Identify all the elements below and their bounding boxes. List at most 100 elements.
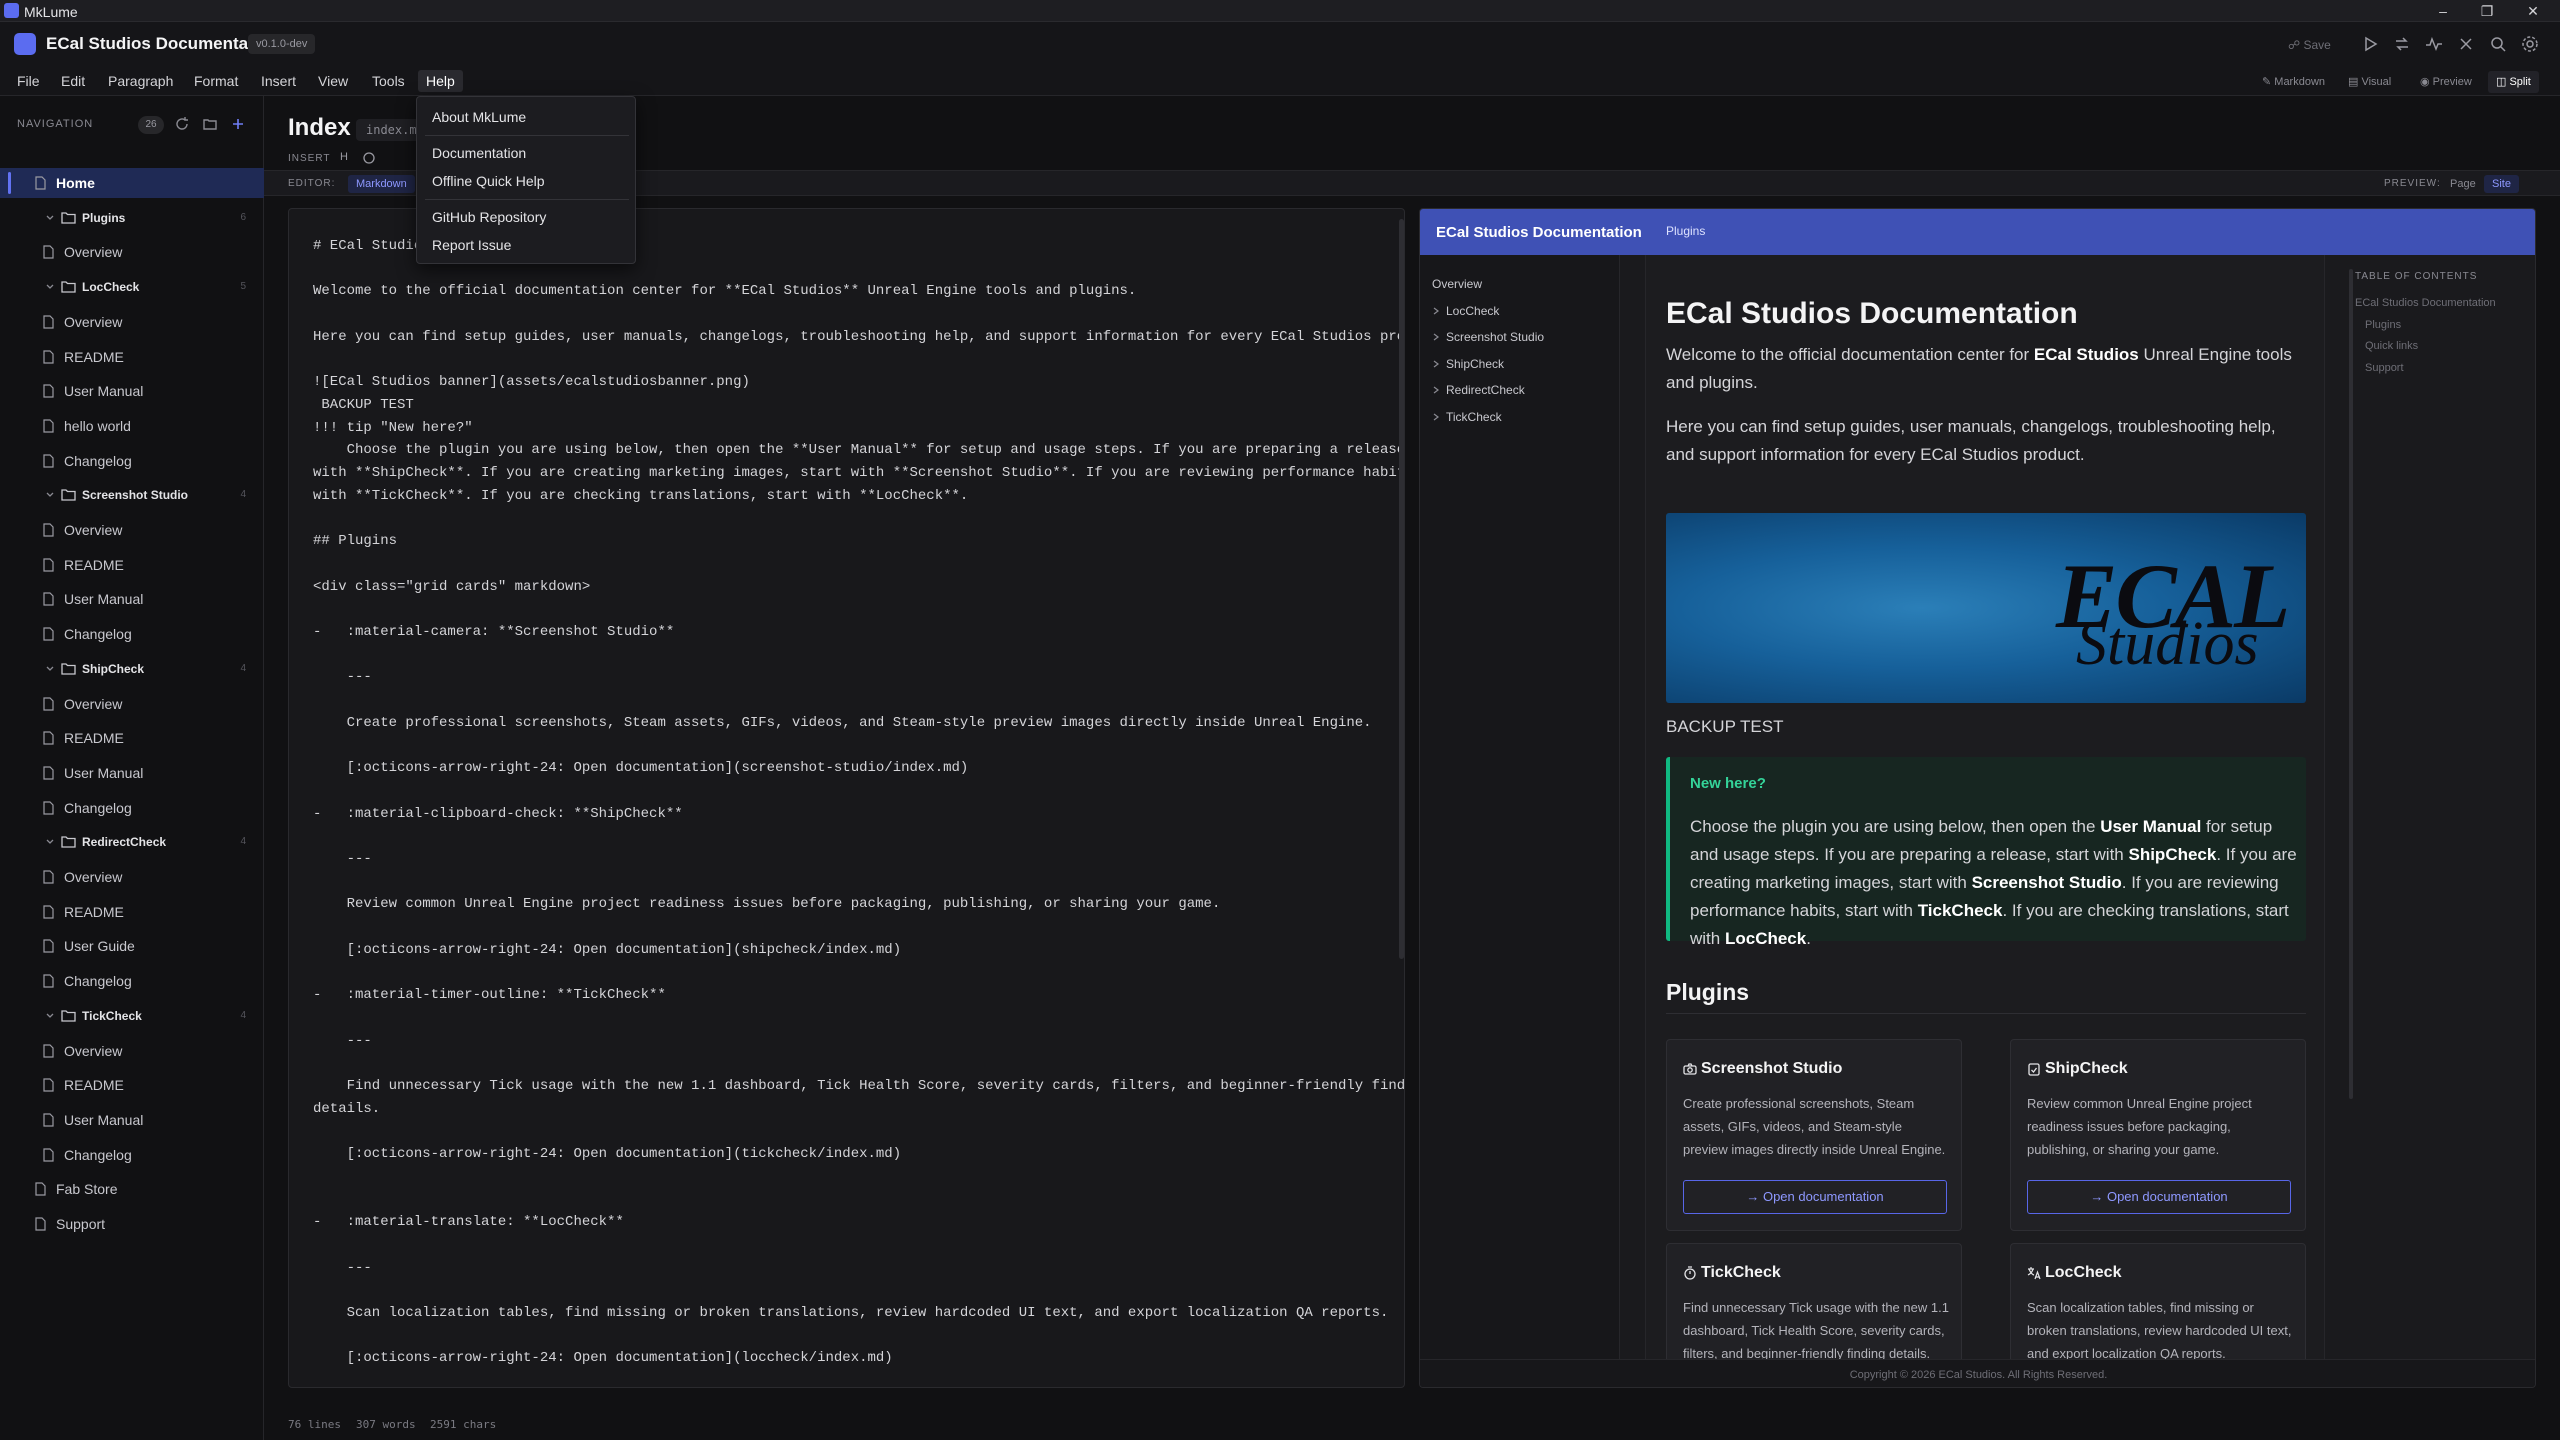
sidebar-item-readme[interactable]: README [0,897,264,927]
mode-preview[interactable]: ◉ Preview [2412,71,2480,93]
sidebar-item-overview[interactable]: Overview [0,862,264,892]
sidebar-item-changelog[interactable]: Changelog [0,619,264,649]
preview-site-title[interactable]: ECal Studios Documentation [1436,224,1642,241]
chevron-down-icon[interactable] [44,489,56,501]
menu-format[interactable]: Format [186,70,246,92]
sidebar-item-support[interactable]: Support [0,1209,264,1239]
menubar: File Edit Paragraph Format Insert View T… [0,66,2560,96]
refresh-icon[interactable] [174,116,190,132]
insert-heading-button[interactable]: H [340,151,348,163]
preview-content: ECal Studios Documentation Welcome to th… [1645,255,2325,1387]
menu-item-offline-help[interactable]: Offline Quick Help [432,173,545,189]
sidebar-item-user-manual[interactable]: User Manual [0,1105,264,1135]
sidebar-item-user-manual[interactable]: User Manual [0,376,264,406]
sidebar-item-changelog[interactable]: Changelog [0,793,264,823]
mode-markdown[interactable]: ✎ Markdown [2254,71,2333,93]
chevron-down-icon[interactable] [44,281,56,293]
editor-line: Here you can find setup guides, user man… [313,328,1405,345]
sidebar-item-user-manual[interactable]: User Manual [0,758,264,788]
menu-view[interactable]: View [310,70,356,92]
menu-edit[interactable]: Edit [53,70,93,92]
sidebar-item-hello-world[interactable]: hello world [0,411,264,441]
play-icon[interactable] [2360,34,2380,54]
sidebar-item-overview[interactable]: Overview [0,237,264,267]
sidebar-folder-loccheck[interactable]: LocCheck 5 [0,272,264,302]
sidebar-folder-shipcheck[interactable]: ShipCheck 4 [0,654,264,684]
preview-mode-site[interactable]: Site [2484,175,2519,193]
minimize-icon[interactable]: – [2426,1,2460,21]
preview-nav-item[interactable]: LocCheck [1432,304,1612,320]
search-icon[interactable] [2488,34,2508,54]
toc-item[interactable]: Plugins [2365,319,2401,331]
sidebar-item-overview[interactable]: Overview [0,1036,264,1066]
gear-icon[interactable] [2520,34,2540,54]
preview-mode-page[interactable]: Page [2442,175,2484,193]
sidebar-item-readme[interactable]: README [0,342,264,372]
chevron-down-icon[interactable] [44,1010,56,1022]
menu-item-github[interactable]: GitHub Repository [432,209,546,225]
sidebar-item-changelog[interactable]: Changelog [0,446,264,476]
new-folder-icon[interactable] [202,116,218,132]
translate-icon [2027,1266,2041,1280]
sidebar-item-user-guide[interactable]: User Guide [0,931,264,961]
chevron-down-icon[interactable] [44,212,56,224]
sidebar-item-readme[interactable]: README [0,723,264,753]
chevron-down-icon[interactable] [44,663,56,675]
sidebar-folder-redirectcheck[interactable]: RedirectCheck 4 [0,827,264,857]
preview-nav-item[interactable]: RedirectCheck [1432,383,1612,399]
sidebar-folder-plugins[interactable]: Plugins 6 [0,203,264,233]
editor-mode-markdown[interactable]: Markdown [348,175,415,193]
sidebar-item-fab-store[interactable]: Fab Store [0,1174,264,1204]
sidebar-item-overview[interactable]: Overview [0,515,264,545]
button-label: Open documentation [1762,1189,1884,1204]
preview-nav-item[interactable]: Screenshot Studio [1432,330,1612,346]
preview-nav-item[interactable]: ShipCheck [1432,357,1612,373]
save-button[interactable]: ☍ Save [2280,33,2336,57]
sync-icon[interactable] [2392,34,2412,54]
add-page-icon[interactable] [230,116,246,132]
editor-line: [:octicons-arrow-right-24: Open document… [313,1350,893,1367]
menu-item-documentation[interactable]: Documentation [432,145,526,161]
menu-item-report-issue[interactable]: Report Issue [432,237,511,253]
editor-scrollbar[interactable] [1399,219,1404,959]
sidebar-folder-screenshot-studio[interactable]: Screenshot Studio 4 [0,480,264,510]
menu-help[interactable]: Help [418,70,463,92]
sidebar-item-overview[interactable]: Overview [0,307,264,337]
sidebar-folder-tickcheck[interactable]: TickCheck 4 [0,1001,264,1031]
activity-icon[interactable] [2424,34,2444,54]
preview-tab-plugins[interactable]: Plugins [1666,224,1705,238]
preview-nav-item[interactable]: Overview [1432,277,1612,293]
open-documentation-button[interactable]: → Open documentation [1683,1180,1947,1214]
chevron-down-icon[interactable] [44,836,56,848]
menu-paragraph[interactable]: Paragraph [100,70,181,92]
sidebar-item-changelog[interactable]: Changelog [0,1140,264,1170]
sidebar-item-changelog[interactable]: Changelog [0,966,264,996]
sidebar-item-overview[interactable]: Overview [0,689,264,719]
toc-item[interactable]: ECal Studios Documentation [2355,297,2496,309]
sidebar-item-user-manual[interactable]: User Manual [0,584,264,614]
insert-circle-icon[interactable] [362,151,376,165]
menu-item-about[interactable]: About MkLume [432,109,526,125]
menu-tools[interactable]: Tools [364,70,413,92]
toc-item[interactable]: Quick links [2365,340,2418,352]
maximize-icon[interactable]: ❐ [2470,1,2504,21]
sidebar-item-readme[interactable]: README [0,1070,264,1100]
mode-split[interactable]: ◫ Split [2488,71,2539,93]
markdown-editor[interactable]: # ECal Studios Welcome to the official do… [288,208,1405,1388]
chevron-right-icon [1432,413,1440,421]
sidebar-item-home[interactable]: Home [0,168,264,198]
mode-visual[interactable]: ▤ Visual [2340,71,2399,93]
close-icon[interactable]: ✕ [2516,1,2550,21]
tip-text-part: Screenshot Studio [1971,873,2122,892]
close-doc-icon[interactable] [2456,34,2476,54]
editor-line: - :material-clipboard-check: **ShipCheck… [313,805,683,822]
menu-insert[interactable]: Insert [253,70,304,92]
open-documentation-button[interactable]: → Open documentation [2027,1180,2291,1214]
toc-item[interactable]: Support [2365,362,2404,374]
file-icon [42,245,55,259]
menu-file[interactable]: File [9,70,48,92]
preview-scrollbar[interactable] [2349,269,2353,1099]
preview-nav-item[interactable]: TickCheck [1432,410,1612,426]
preview-nav-label: TickCheck [1446,409,1502,424]
sidebar-item-readme[interactable]: README [0,550,264,580]
